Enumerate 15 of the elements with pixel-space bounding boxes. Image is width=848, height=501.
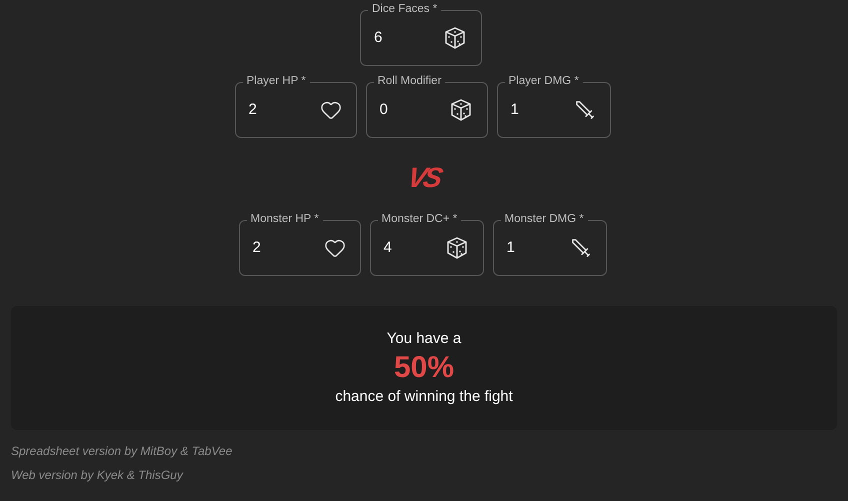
versus-logo: VS <box>404 161 444 195</box>
sword-icon <box>570 237 592 259</box>
dice-icon <box>443 26 467 50</box>
dice-icon <box>444 236 468 260</box>
result-outro: chance of winning the fight <box>335 387 513 407</box>
dice-icon <box>448 98 472 122</box>
credit-text: Spreadsheet version by MitBoy & TabVee <box>11 443 234 460</box>
sword-icon <box>574 99 596 121</box>
result-intro: You have a <box>386 329 462 349</box>
heart-icon <box>320 99 342 121</box>
field-label: Player DMG * <box>504 73 583 89</box>
field-label: Player HP * <box>242 73 310 89</box>
credit-text: Web version by Kyek & ThisGuy <box>11 467 184 484</box>
win-percentage: 50% <box>394 350 454 386</box>
heart-icon <box>324 237 346 259</box>
